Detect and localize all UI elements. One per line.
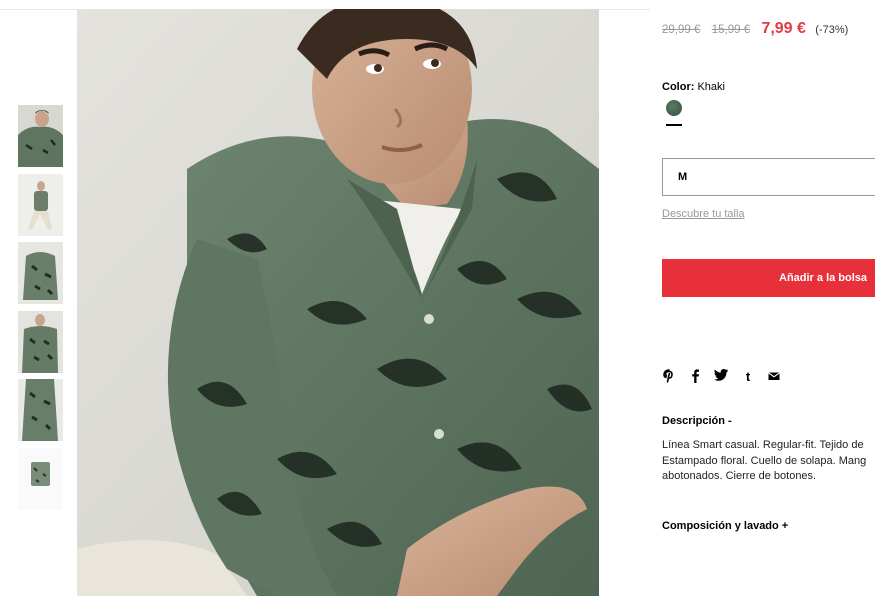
previous-price: 15,99 €	[711, 24, 751, 36]
description-line: abotonados. Cierre de botones.	[662, 470, 817, 482]
product-info-panel: 29,99 € 15,99 € 7,99 € (-73%) Color: Kha…	[662, 0, 875, 596]
color-info: Color: Khaki	[662, 81, 725, 93]
add-to-bag-button[interactable]: Añadir a la bolsa	[662, 259, 875, 297]
selected-swatch-indicator	[666, 124, 682, 126]
color-swatch-khaki[interactable]	[666, 100, 682, 116]
size-guide-link[interactable]: Descubre tu talla	[662, 208, 745, 220]
color-value: Khaki	[697, 81, 725, 93]
facebook-icon[interactable]	[688, 369, 702, 385]
description-line: Estampado floral. Cuello de solapa. Mang	[662, 454, 867, 467]
description-text: Línea Smart casual. Regular-fit. Tejido …	[662, 438, 875, 485]
thumbnail-2[interactable]	[18, 174, 63, 236]
composition-toggle[interactable]: Composición y lavado +	[662, 520, 788, 532]
description-line: Línea Smart casual. Regular-fit. Tejido …	[662, 439, 864, 451]
current-price: 7,99 €	[761, 20, 806, 37]
thumbnail-5[interactable]	[18, 379, 63, 441]
thumbnail-1[interactable]	[18, 105, 63, 167]
thumbnail-3[interactable]	[18, 242, 63, 304]
tumblr-icon[interactable]: t	[741, 369, 755, 385]
main-product-image[interactable]	[77, 9, 599, 596]
twitter-icon[interactable]	[713, 369, 729, 385]
size-select[interactable]: M	[662, 158, 875, 196]
thumbnail-4[interactable]	[18, 311, 63, 373]
color-label: Color:	[662, 81, 695, 93]
add-to-bag-label: Añadir a la bolsa	[779, 272, 868, 284]
price-row: 29,99 € 15,99 € 7,99 € (-73%)	[662, 20, 848, 38]
original-price: 29,99 €	[662, 24, 701, 36]
discount-badge: (-73%)	[815, 24, 849, 36]
size-selected-value: M	[678, 171, 688, 183]
pinterest-icon[interactable]	[662, 369, 676, 385]
thumbnail-6[interactable]	[18, 448, 63, 510]
email-icon[interactable]	[767, 369, 781, 385]
description-title[interactable]: Descripción -	[662, 415, 732, 427]
